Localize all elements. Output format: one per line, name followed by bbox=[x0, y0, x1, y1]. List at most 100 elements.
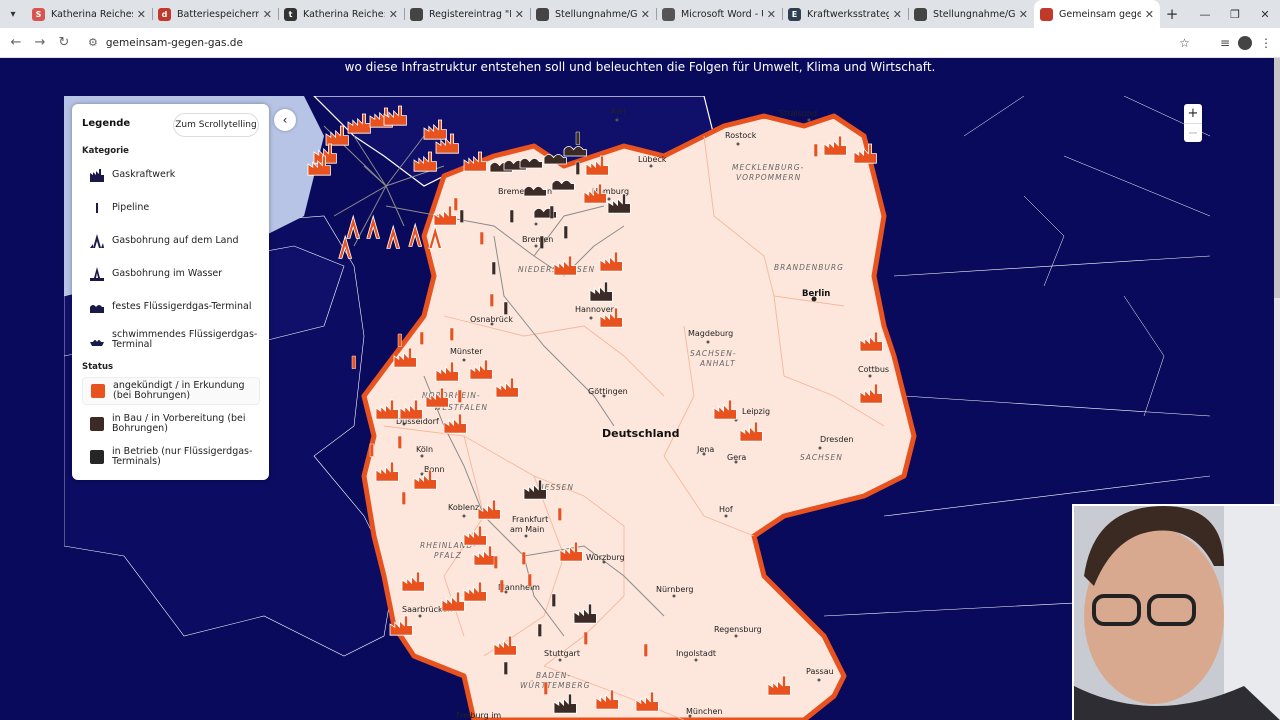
pipeline-marker[interactable] bbox=[539, 235, 544, 249]
lng-marker[interactable] bbox=[543, 154, 567, 165]
power-plant-marker[interactable] bbox=[859, 331, 883, 352]
site-info-icon[interactable]: ⚙ bbox=[88, 36, 98, 49]
drilling-marker[interactable] bbox=[338, 234, 353, 259]
power-plant-marker[interactable] bbox=[553, 693, 577, 714]
legend-status-announced[interactable]: angekündigt / in Erkundung (bei Bohrunge… bbox=[82, 377, 260, 405]
pipeline-marker[interactable] bbox=[551, 593, 556, 607]
power-plant-marker[interactable] bbox=[477, 499, 501, 520]
pipeline-marker[interactable] bbox=[479, 231, 484, 245]
pipeline-marker[interactable] bbox=[563, 225, 568, 239]
power-plant-marker[interactable] bbox=[423, 119, 447, 140]
pipeline-marker[interactable] bbox=[503, 301, 508, 315]
browser-tab[interactable]: t Katherina Reiche: M ✕ bbox=[278, 0, 404, 28]
star-icon[interactable]: ☆ bbox=[1179, 36, 1190, 50]
power-plant-marker[interactable] bbox=[523, 479, 547, 500]
power-plant-marker[interactable] bbox=[599, 307, 623, 328]
collapse-legend-button[interactable]: ‹ bbox=[274, 109, 296, 131]
pipeline-marker[interactable] bbox=[369, 443, 374, 457]
pipeline-marker[interactable] bbox=[457, 389, 462, 403]
power-plant-marker[interactable] bbox=[573, 603, 597, 624]
close-tab-icon[interactable]: ✕ bbox=[389, 8, 398, 21]
power-plant-marker[interactable] bbox=[325, 125, 349, 146]
lng-marker[interactable] bbox=[551, 180, 575, 191]
pipeline-marker[interactable] bbox=[351, 355, 356, 369]
power-plant-marker[interactable] bbox=[393, 347, 417, 368]
pipeline-marker[interactable] bbox=[493, 555, 498, 569]
power-plant-marker[interactable] bbox=[413, 151, 437, 172]
pipeline-marker[interactable] bbox=[575, 131, 580, 145]
power-plant-marker[interactable] bbox=[425, 387, 449, 408]
legend-item-offshore-drilling[interactable]: Gasbohrung im Wasser bbox=[82, 260, 260, 288]
power-plant-marker[interactable] bbox=[433, 205, 457, 226]
pipeline-marker[interactable] bbox=[489, 293, 494, 307]
pipeline-marker[interactable] bbox=[449, 327, 454, 341]
browser-tab[interactable]: Stellungnahme/Gut ✕ bbox=[530, 0, 656, 28]
power-plant-marker[interactable] bbox=[389, 615, 413, 636]
reading-list-icon[interactable]: ≡ bbox=[1220, 36, 1230, 50]
drilling-marker[interactable] bbox=[386, 224, 401, 249]
legend-item-floating-lng[interactable]: schwimmendes Flüssigerdgas-Terminal bbox=[82, 326, 260, 354]
pipeline-marker[interactable] bbox=[643, 643, 648, 657]
close-tab-icon[interactable]: ✕ bbox=[263, 8, 272, 21]
scrollbar-thumb[interactable] bbox=[1274, 58, 1280, 298]
close-tab-icon[interactable]: ✕ bbox=[893, 8, 902, 21]
power-plant-marker[interactable] bbox=[463, 525, 487, 546]
power-plant-marker[interactable] bbox=[375, 399, 399, 420]
power-plant-marker[interactable] bbox=[583, 183, 607, 204]
browser-tab[interactable]: Stellungnahme/Gut ✕ bbox=[908, 0, 1034, 28]
pipeline-marker[interactable] bbox=[527, 573, 532, 587]
browser-tab[interactable]: Registereintrag "En ✕ bbox=[404, 0, 530, 28]
browser-tab[interactable]: Microsoft Word - Ul ✕ bbox=[656, 0, 782, 28]
power-plant-marker[interactable] bbox=[599, 251, 623, 272]
power-plant-marker[interactable] bbox=[553, 255, 577, 276]
legend-item-lng-terminal[interactable]: festes Flüssigerdgas-Terminal bbox=[82, 293, 260, 321]
power-plant-marker[interactable] bbox=[607, 193, 631, 214]
pipeline-marker[interactable] bbox=[453, 197, 458, 211]
lng-marker[interactable] bbox=[519, 158, 543, 169]
power-plant-marker[interactable] bbox=[401, 571, 425, 592]
profile-avatar[interactable] bbox=[1238, 35, 1252, 50]
power-plant-marker[interactable] bbox=[767, 675, 791, 696]
power-plant-marker[interactable] bbox=[413, 469, 437, 490]
power-plant-marker[interactable] bbox=[585, 155, 609, 176]
reload-icon[interactable]: ↻ bbox=[52, 35, 76, 50]
tab-search-icon[interactable]: ▾ bbox=[0, 0, 26, 28]
drilling-marker[interactable] bbox=[408, 222, 423, 247]
zoom-out-button[interactable]: − bbox=[1184, 123, 1202, 142]
browser-tab[interactable]: Gemeinsam gegen ✕ bbox=[1034, 0, 1160, 28]
pipeline-marker[interactable] bbox=[521, 551, 526, 565]
power-plant-marker[interactable] bbox=[589, 281, 613, 302]
pipeline-marker[interactable] bbox=[543, 681, 548, 695]
pipeline-marker[interactable] bbox=[419, 331, 424, 345]
pipeline-marker[interactable] bbox=[401, 491, 406, 505]
power-plant-marker[interactable] bbox=[635, 691, 659, 712]
arrow-left-icon[interactable]: ← bbox=[4, 35, 28, 50]
legend-status-construction[interactable]: in Bau / in Vorbereitung (bei Bohrungen) bbox=[82, 410, 260, 438]
new-tab-button[interactable]: + bbox=[1160, 5, 1184, 23]
pipeline-marker[interactable] bbox=[583, 631, 588, 645]
power-plant-marker[interactable] bbox=[399, 399, 423, 420]
power-plant-marker[interactable] bbox=[441, 591, 465, 612]
legend-item-pipeline[interactable]: Pipeline bbox=[82, 194, 260, 222]
pipeline-marker[interactable] bbox=[503, 661, 508, 675]
pipeline-marker[interactable] bbox=[397, 333, 402, 347]
restore-icon[interactable]: ❐ bbox=[1220, 8, 1250, 21]
power-plant-marker[interactable] bbox=[473, 545, 497, 566]
power-plant-marker[interactable] bbox=[443, 413, 467, 434]
pipeline-marker[interactable] bbox=[575, 161, 580, 175]
power-plant-marker[interactable] bbox=[713, 399, 737, 420]
power-plant-marker[interactable] bbox=[463, 151, 487, 172]
drilling-marker[interactable] bbox=[366, 214, 381, 239]
pipeline-marker[interactable] bbox=[499, 579, 504, 593]
power-plant-marker[interactable] bbox=[469, 359, 493, 380]
pipeline-marker[interactable] bbox=[509, 209, 514, 223]
lng-marker[interactable] bbox=[523, 186, 547, 197]
power-plant-marker[interactable] bbox=[493, 635, 517, 656]
pipeline-marker[interactable] bbox=[557, 507, 562, 521]
drilling-marker[interactable] bbox=[428, 224, 443, 249]
pipeline-marker[interactable] bbox=[549, 205, 554, 219]
lng-marker[interactable] bbox=[563, 146, 587, 157]
zoom-in-button[interactable]: + bbox=[1184, 104, 1202, 123]
url-field[interactable]: ⚙ gemeinsam-gegen-gas.de bbox=[82, 30, 1180, 55]
close-window-icon[interactable]: ✕ bbox=[1250, 8, 1280, 21]
